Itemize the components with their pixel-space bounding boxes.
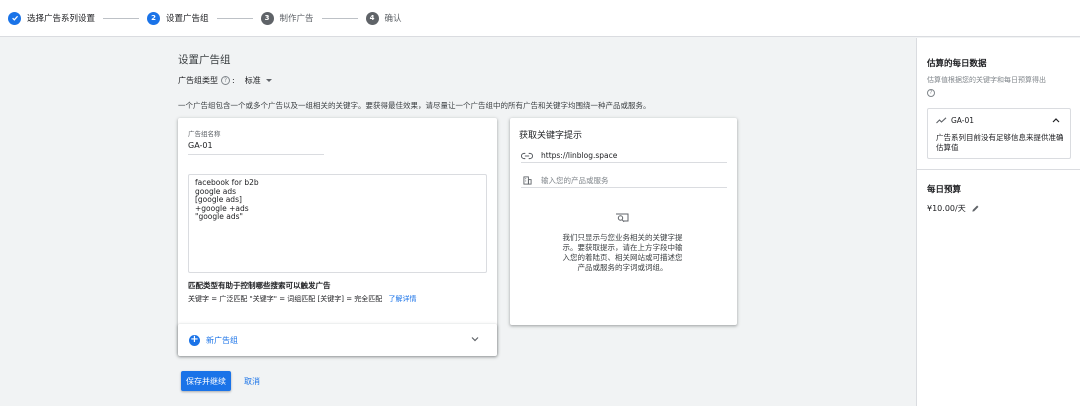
step-label: 确认 — [384, 14, 402, 24]
new-ad-group-label: 新广告组 — [206, 335, 238, 345]
save-continue-button[interactable]: 保存并继续 — [181, 371, 231, 391]
group-name-input[interactable]: GA-01 — [188, 141, 213, 150]
keyword-suggestions-card: 获取关键字提示 https://linblog.space 输入您的产品或服务 … — [510, 118, 737, 325]
dropdown-caret-icon — [265, 79, 272, 82]
search-suggestion-icon — [616, 213, 629, 223]
ad-group-description: 一个广告组包含一个或多个广告以及一组相关的关键字。要获得最佳效果，请尽量让一个广… — [178, 101, 651, 110]
trending-icon — [936, 117, 947, 124]
sidebar-title: 估算的每日数据 — [927, 59, 987, 69]
help-icon[interactable]: ? — [927, 89, 935, 97]
learn-more-link[interactable]: 了解详情 — [389, 295, 417, 303]
step-label: 选择广告系列设置 — [27, 14, 96, 24]
ad-group-type-label: 广告组类型 — [178, 76, 218, 85]
link-icon — [521, 151, 533, 160]
url-value: https://linblog.space — [541, 151, 618, 160]
step-number: 2 — [147, 11, 161, 25]
estimate-card-header[interactable]: GA-01 — [936, 116, 974, 125]
keyword-line: "google ads" — [195, 212, 243, 221]
url-input[interactable]: https://linblog.space — [521, 149, 727, 163]
add-circle-icon: + — [189, 334, 200, 346]
new-ad-group-card[interactable]: + 新广告组 — [178, 324, 497, 356]
step-number: 4 — [365, 11, 379, 25]
step-ad-group[interactable]: 2 设置广告组 — [147, 11, 209, 25]
step-connector — [216, 17, 253, 19]
budget-row: ¥10.00/天 — [927, 203, 980, 214]
match-type-rule-text: 关键字 = 广泛匹配 "关键字" = 词组匹配 [关键字] = 完全匹配 — [188, 295, 383, 303]
chevron-down-icon[interactable] — [470, 334, 480, 344]
budget-title: 每日预算 — [927, 185, 962, 195]
step-confirm[interactable]: 4 确认 — [365, 11, 402, 25]
main-content: 设置广告组 广告组类型 ? : 标准 一个广告组包含一个或多个广告以及一组相关的… — [0, 38, 916, 406]
step-complete-check-icon — [8, 11, 21, 25]
product-input[interactable]: 输入您的产品或服务 — [521, 174, 727, 188]
step-label: 设置广告组 — [166, 14, 209, 24]
sidebar-description: 估算值根据您的关键字和每日预算得出 — [927, 76, 1046, 84]
cancel-button[interactable]: 取消 — [244, 371, 260, 391]
step-label: 制作广告 — [279, 14, 314, 24]
budget-value: ¥10.00/天 — [927, 204, 966, 213]
estimate-card-text: 广告系列目前没有足够信息来提供准确估算值 — [936, 133, 1064, 152]
keywords-textarea[interactable]: facebook for b2b google ads [google ads]… — [188, 174, 487, 273]
help-icon[interactable]: ? — [221, 76, 230, 85]
estimate-card-name: GA-01 — [951, 116, 975, 125]
step-create-ads[interactable]: 3 制作广告 — [260, 11, 314, 25]
ad-group-card: 广告组名称 GA-01 facebook for b2b google ads … — [178, 118, 497, 354]
step-campaign-settings[interactable]: 选择广告系列设置 — [8, 11, 96, 25]
group-name-label: 广告组名称 — [188, 130, 221, 138]
step-number: 3 — [260, 11, 274, 25]
ad-group-type-value: 标准 — [244, 76, 261, 85]
input-underline — [188, 154, 324, 155]
product-placeholder: 输入您的产品或服务 — [541, 176, 609, 185]
match-type-title: 匹配类型有助于控制哪些搜索可以触发广告 — [188, 281, 331, 290]
stepper: 选择广告系列设置 2 设置广告组 3 制作广告 4 确认 — [0, 0, 1080, 37]
ad-group-estimate-card: GA-01 广告系列目前没有足够信息来提供准确估算值 — [927, 108, 1071, 159]
keyword-line: facebook for b2b — [195, 178, 259, 187]
sidebar-divider — [917, 169, 1080, 170]
suggestions-empty-text: 我们只显示与您业务相关的关键字提示。要获取提示，请在上方字段中输入您的着陆页、相… — [562, 233, 683, 272]
ad-group-type-row: 广告组类型 ? : 标准 — [178, 75, 272, 86]
match-type-rule: 关键字 = 广泛匹配 "关键字" = 词组匹配 [关键字] = 完全匹配 了解详… — [188, 294, 417, 304]
suggestions-title: 获取关键字提示 — [519, 131, 583, 141]
ad-group-type-select[interactable]: 标准 — [245, 75, 272, 86]
step-connector — [321, 17, 358, 19]
page-title: 设置广告组 — [178, 54, 231, 66]
estimates-sidebar: 估算的每日数据 估算值根据您的关键字和每日预算得出 ? GA-01 广告系列目前… — [916, 38, 1080, 406]
edit-pencil-icon[interactable] — [971, 204, 980, 213]
store-icon — [521, 176, 533, 185]
chevron-up-icon[interactable] — [1052, 117, 1060, 123]
step-connector — [103, 17, 140, 19]
